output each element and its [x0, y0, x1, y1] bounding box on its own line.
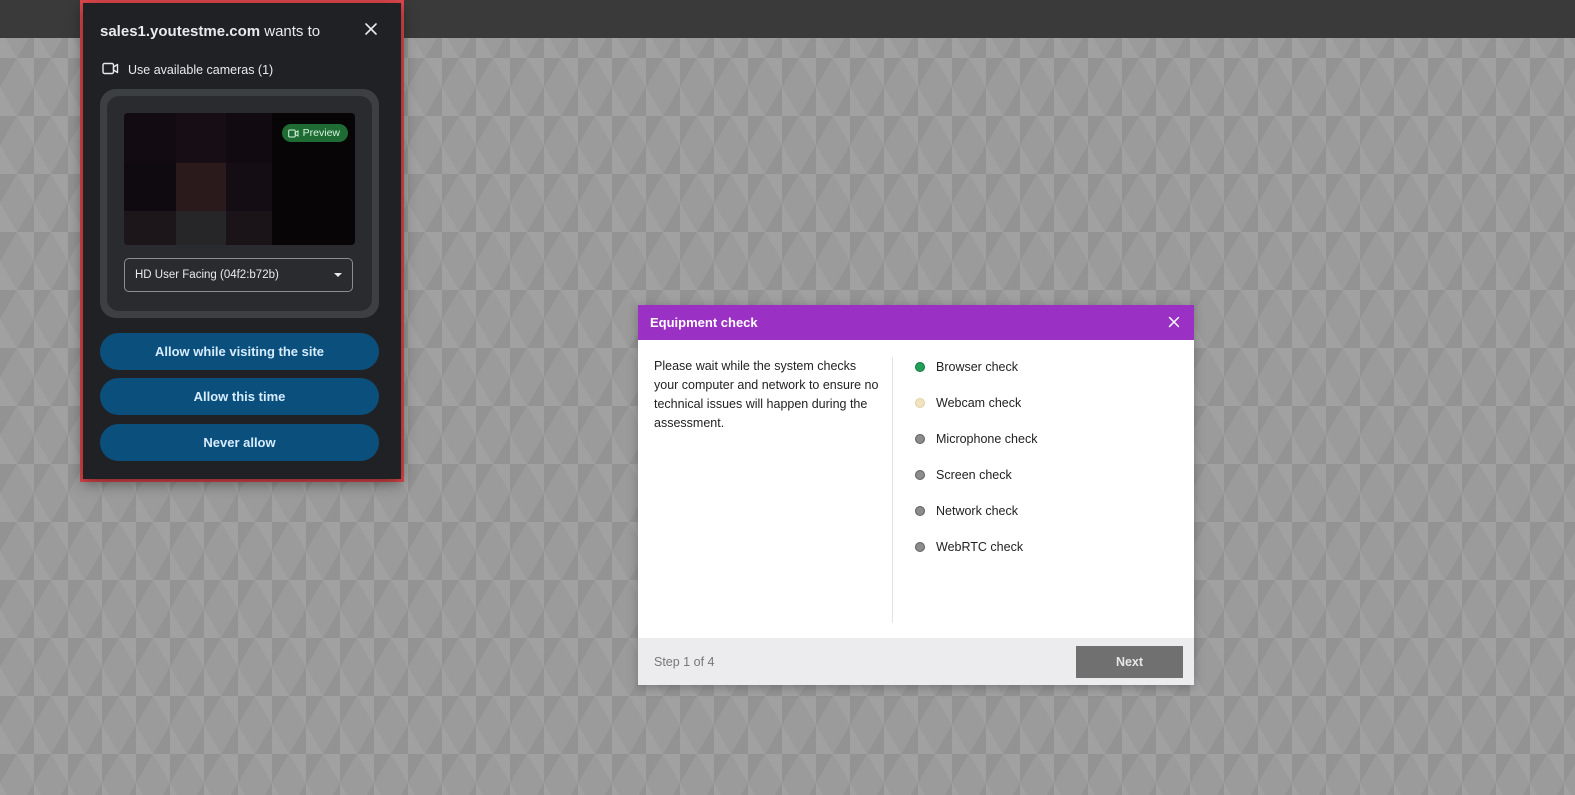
chevron-down-icon — [334, 273, 342, 277]
status-pending-icon — [915, 434, 925, 444]
video-pixel-block — [226, 113, 272, 163]
check-label: Microphone check — [936, 432, 1038, 446]
check-item-webrtc: WebRTC check — [915, 540, 1023, 554]
check-item-microphone: Microphone check — [915, 432, 1037, 446]
check-label: WebRTC check — [936, 540, 1024, 554]
status-pending-icon — [915, 542, 925, 552]
permission-request-label: Use available cameras (1) — [128, 63, 274, 77]
camera-select-value: HD User Facing (04f2:b72b) — [135, 269, 279, 281]
video-pixel-block — [176, 163, 226, 211]
check-item-webcam: Webcam check — [915, 396, 1021, 410]
dialog-title: Equipment check — [650, 315, 758, 330]
next-button[interactable]: Next — [1076, 646, 1183, 678]
close-icon[interactable] — [1165, 313, 1183, 331]
dialog-description: Please wait while the system checks your… — [654, 359, 879, 430]
dialog-footer: Step 1 of 4 Next — [638, 638, 1194, 685]
check-label: Screen check — [936, 468, 1012, 482]
close-icon[interactable] — [361, 19, 381, 39]
camera-preview-card: Preview HD User Facing (04f2:b72b) — [100, 89, 379, 318]
dialog-header: Equipment check — [638, 305, 1194, 340]
check-item-screen: Screen check — [915, 468, 1012, 482]
video-pixel-block — [176, 113, 226, 163]
check-label: Browser check — [936, 360, 1018, 374]
preview-badge-label: Preview — [302, 127, 340, 139]
video-pixel-block — [226, 163, 272, 211]
column-divider — [892, 357, 893, 623]
camera-permission-popup: sales1.youtestme.com wants to Use availa… — [83, 3, 401, 479]
check-label: Network check — [936, 504, 1018, 518]
check-item-network: Network check — [915, 504, 1018, 518]
permission-origin: sales1.youtestme.com — [100, 23, 261, 40]
camera-preview-video: Preview — [124, 113, 355, 245]
check-label: Webcam check — [936, 396, 1022, 410]
check-item-browser: Browser check — [915, 360, 1018, 374]
status-pending-icon — [915, 470, 925, 480]
camera-preview-inner: Preview HD User Facing (04f2:b72b) — [107, 96, 372, 311]
video-pixel-block — [226, 211, 272, 245]
video-pixel-block — [176, 211, 226, 245]
status-in-progress-icon — [915, 398, 925, 408]
never-allow-button[interactable]: Never allow — [100, 424, 379, 461]
video-pixel-block — [124, 211, 176, 245]
video-pixel-block — [124, 163, 176, 211]
preview-badge: Preview — [281, 124, 348, 142]
permission-title: sales1.youtestme.com wants to — [100, 23, 320, 40]
equipment-check-dialog: Equipment check Please wait while the sy… — [638, 305, 1194, 685]
allow-this-time-button[interactable]: Allow this time — [100, 378, 379, 415]
status-pending-icon — [915, 506, 925, 516]
status-passed-icon — [915, 362, 925, 372]
video-camera-icon — [102, 62, 119, 78]
allow-while-visiting-button[interactable]: Allow while visiting the site — [100, 333, 379, 370]
video-pixel-block — [124, 113, 176, 163]
permission-title-suffix: wants to — [260, 23, 321, 40]
video-camera-icon — [287, 129, 299, 137]
step-indicator: Step 1 of 4 — [654, 655, 715, 669]
permission-request-row: Use available cameras (1) — [102, 62, 273, 78]
camera-select-dropdown[interactable]: HD User Facing (04f2:b72b) — [124, 258, 353, 292]
